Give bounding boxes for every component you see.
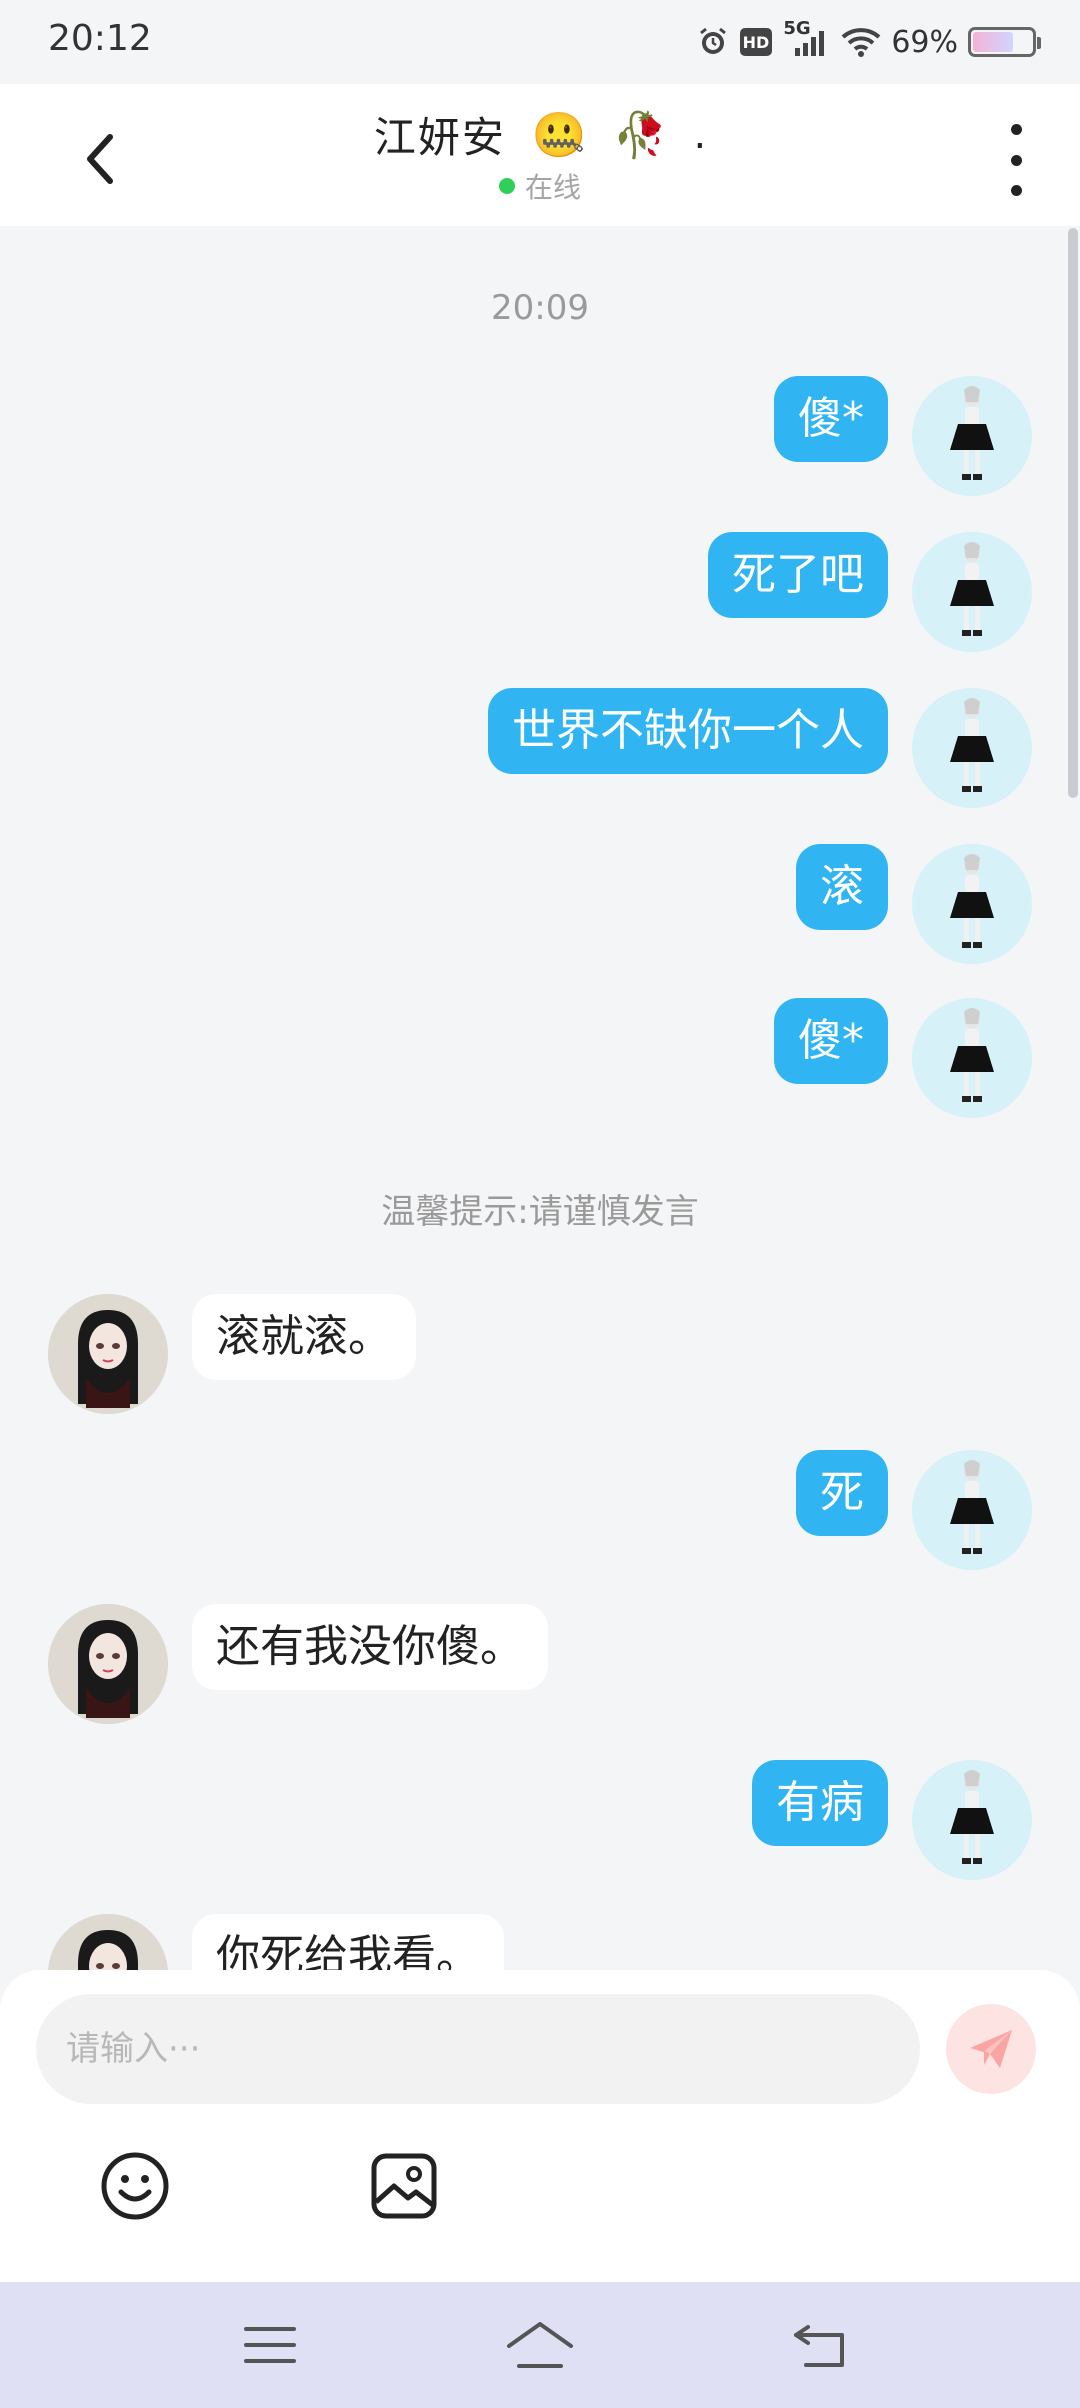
battery-fill	[973, 32, 1013, 52]
network-type-label: 5G	[783, 18, 811, 39]
my-avatar[interactable]	[912, 688, 1032, 808]
chat-message-list[interactable]: 20:09 傻* 死了吧 世界不缺你一个人 滚 傻* 温馨提示:请谨慎发言 滚就…	[0, 226, 1080, 1970]
more-options-button[interactable]	[996, 124, 1036, 196]
zipper-mouth-emoji: 🤐	[531, 109, 587, 161]
chat-scrollbar[interactable]	[1068, 228, 1078, 798]
message-row: 滚就滚。	[0, 1294, 1080, 1414]
online-dot-icon	[498, 178, 515, 194]
wilted-rose-emoji: 🥀	[612, 109, 668, 161]
message-row: 你死给我看。	[0, 1914, 1080, 1970]
hd-icon: HD	[739, 27, 773, 57]
message-row: 滚	[0, 844, 1080, 964]
svg-text:HD: HD	[743, 33, 770, 52]
chat-header: 江妍安 🤐 🥀 . 在线	[0, 84, 1080, 226]
emoji-icon	[101, 2152, 169, 2220]
message-bubble-sent[interactable]: 傻*	[774, 376, 888, 462]
my-avatar[interactable]	[912, 376, 1032, 496]
signal-5g-icon: 5G	[783, 18, 831, 60]
battery-icon	[968, 27, 1041, 57]
message-row: 傻*	[0, 998, 1080, 1118]
battery-percent: 69%	[891, 24, 958, 60]
status-bar: 20:12 HD 5G 69%	[0, 0, 1080, 84]
message-bubble-received[interactable]: 还有我没你傻。	[192, 1604, 548, 1690]
contact-avatar[interactable]	[48, 1604, 168, 1724]
send-button[interactable]	[946, 2004, 1036, 2094]
contact-avatar[interactable]	[48, 1294, 168, 1414]
safety-notice: 温馨提示:请谨慎发言	[381, 1192, 699, 1232]
message-bubble-sent[interactable]: 死	[796, 1450, 888, 1536]
title-row: 江妍安 🤐 🥀 .	[0, 104, 1080, 165]
image-icon	[371, 2153, 437, 2219]
message-bubble-sent[interactable]: 傻*	[774, 998, 888, 1084]
my-avatar[interactable]	[912, 998, 1032, 1118]
my-avatar[interactable]	[912, 1450, 1032, 1570]
message-row: 有病	[0, 1760, 1080, 1880]
message-bubble-sent[interactable]: 有病	[752, 1760, 888, 1846]
home-icon	[507, 2322, 573, 2368]
status-time: 20:12	[48, 18, 152, 59]
message-row: 死	[0, 1450, 1080, 1570]
message-row: 世界不缺你一个人	[0, 688, 1080, 808]
message-row: 死了吧	[0, 532, 1080, 652]
message-bubble-received[interactable]: 你死给我看。	[192, 1914, 504, 1970]
menu-icon	[244, 2327, 296, 2363]
my-avatar[interactable]	[912, 1760, 1032, 1880]
my-avatar[interactable]	[912, 532, 1032, 652]
message-bubble-received[interactable]: 滚就滚。	[192, 1294, 416, 1380]
back-icon	[794, 2325, 844, 2367]
composer-panel	[0, 1970, 1080, 2282]
title-trailing-dot: .	[693, 111, 707, 158]
alarm-icon	[697, 26, 729, 58]
message-input[interactable]	[36, 1994, 920, 2104]
system-nav-bar	[0, 2282, 1080, 2408]
image-button[interactable]	[364, 2146, 444, 2226]
contact-name: 江妍安	[373, 113, 506, 162]
message-row: 傻*	[0, 376, 1080, 496]
nav-back-button[interactable]	[772, 2312, 872, 2378]
online-status-label: 在线	[524, 171, 581, 204]
emoji-button[interactable]	[95, 2146, 175, 2226]
my-avatar[interactable]	[912, 844, 1032, 964]
chat-timestamp: 20:09	[491, 288, 589, 328]
nav-home-button[interactable]	[490, 2312, 590, 2378]
message-bubble-sent[interactable]: 滚	[796, 844, 888, 930]
message-row: 还有我没你傻。	[0, 1604, 1080, 1724]
wifi-icon	[841, 26, 881, 58]
nav-menu-button[interactable]	[220, 2312, 320, 2378]
message-bubble-sent[interactable]: 死了吧	[708, 532, 888, 618]
status-icons: HD 5G 69%	[697, 18, 1041, 64]
more-vertical-icon	[1010, 124, 1022, 135]
online-status: 在线	[0, 166, 1080, 206]
send-icon	[970, 2030, 1012, 2068]
message-bubble-sent[interactable]: 世界不缺你一个人	[488, 688, 888, 774]
contact-avatar[interactable]	[48, 1914, 168, 1970]
